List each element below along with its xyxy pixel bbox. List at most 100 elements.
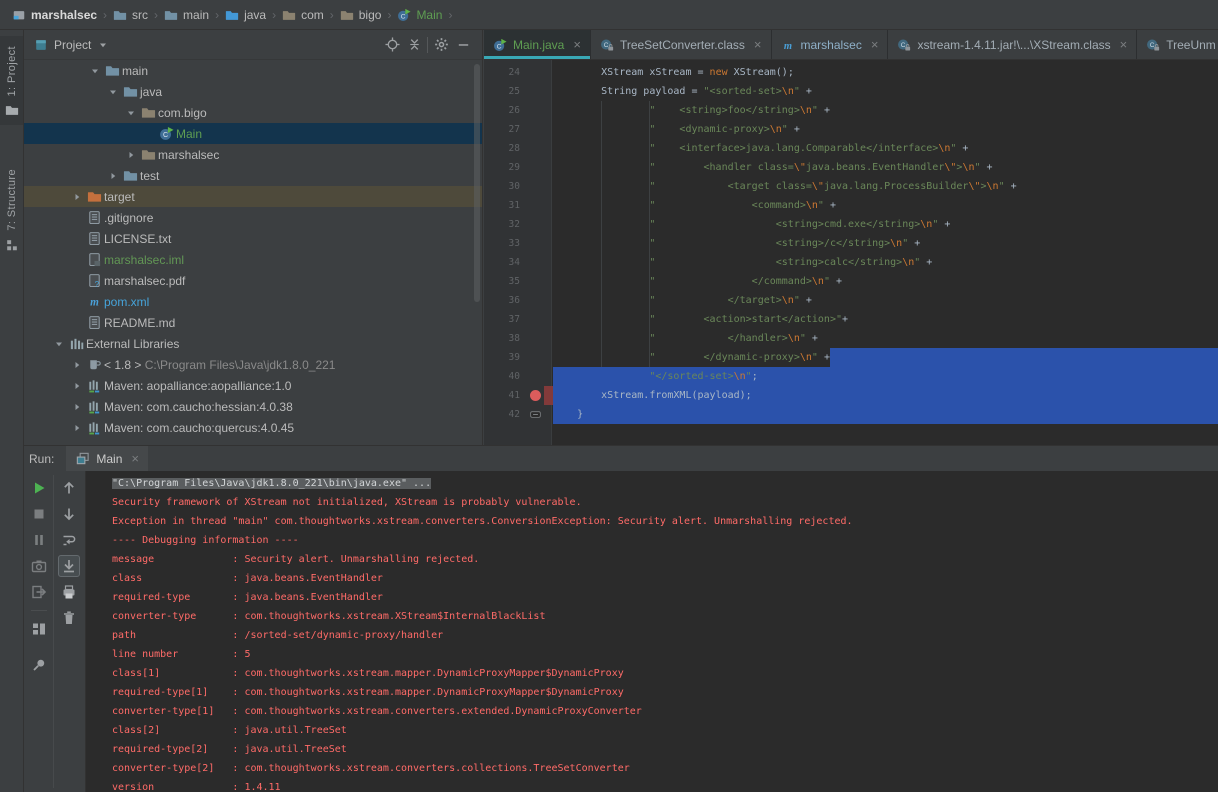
gutter-line-32[interactable]: 32	[484, 215, 551, 234]
code-line-24[interactable]: XStream xStream = new XStream();	[553, 63, 1218, 82]
layout-button[interactable]	[28, 618, 50, 640]
tree-item-marshalsec[interactable]: marshalsec	[24, 144, 482, 165]
tree-arrow-right-icon[interactable]	[68, 422, 85, 434]
breadcrumb-item-bigo[interactable]: bigo	[340, 8, 382, 22]
editor-tab-treesetconverter-class[interactable]: CTreeSetConverter.class×	[591, 30, 772, 59]
gutter-line-26[interactable]: 26	[484, 101, 551, 120]
gutter-line-38[interactable]: 38	[484, 329, 551, 348]
stop-button[interactable]	[28, 503, 50, 525]
thread-dump-button[interactable]	[28, 555, 50, 577]
tree-item-main[interactable]: CMain	[24, 123, 482, 144]
locate-button[interactable]	[381, 34, 403, 56]
toolwindow-button-1-project[interactable]: 1: Project	[0, 36, 23, 125]
rerun-button[interactable]	[28, 477, 50, 499]
project-scrollbar[interactable]	[474, 64, 480, 302]
code-line-30[interactable]: " <target class=\"java.lang.ProcessBuild…	[553, 177, 1218, 196]
print-button[interactable]	[58, 581, 80, 603]
toolwindow-button-7-structure[interactable]: 7: Structure	[0, 159, 23, 260]
tree-item-maven-com-caucho-hessian-4-0-38[interactable]: Maven: com.caucho:hessian:4.0.38	[24, 396, 482, 417]
code-line-27[interactable]: " <dynamic-proxy>\n" +	[553, 120, 1218, 139]
pause-button[interactable]	[28, 529, 50, 551]
editor-tab-marshalsec[interactable]: mmarshalsec×	[772, 30, 889, 59]
breadcrumb-item-main[interactable]: main	[164, 8, 209, 22]
up-stack-trace-button[interactable]	[58, 477, 80, 499]
gutter-line-27[interactable]: 27	[484, 120, 551, 139]
tree-item-external-libraries[interactable]: External Libraries	[24, 333, 482, 354]
gutter-line-39[interactable]: 39	[484, 348, 551, 367]
breadcrumb-item-src[interactable]: src	[113, 8, 148, 22]
code-line-31[interactable]: " <command>\n" +	[553, 196, 1218, 215]
tree-item--gitignore[interactable]: .gitignore	[24, 207, 482, 228]
code-line-33[interactable]: " <string>/c</string>\n" +	[553, 234, 1218, 253]
tree-item-readme-md[interactable]: README.md	[24, 312, 482, 333]
tree-item-marshalsec-pdf[interactable]: ?marshalsec.pdf	[24, 270, 482, 291]
tree-arrow-down-icon[interactable]	[104, 86, 121, 98]
gutter-line-33[interactable]: 33	[484, 234, 551, 253]
close-icon[interactable]: ×	[871, 38, 879, 51]
code-line-40[interactable]: "</sorted-set>\n";	[553, 367, 1218, 386]
gutter-line-34[interactable]: 34	[484, 253, 551, 272]
gutter-line-29[interactable]: 29	[484, 158, 551, 177]
tree-item-main[interactable]: main	[24, 60, 482, 81]
gutter-line-37[interactable]: 37	[484, 310, 551, 329]
gutter-line-36[interactable]: 36	[484, 291, 551, 310]
code-line-35[interactable]: " </command>\n" +	[553, 272, 1218, 291]
gutter-line-31[interactable]: 31	[484, 196, 551, 215]
tree-item-test[interactable]: test	[24, 165, 482, 186]
down-stack-trace-button[interactable]	[58, 503, 80, 525]
run-console[interactable]: "C:\Program Files\Java\jdk1.8.0_221\bin\…	[86, 471, 1218, 792]
gutter-line-40[interactable]: 40	[484, 367, 551, 386]
close-icon[interactable]: ×	[754, 38, 762, 51]
clear-all-button[interactable]	[58, 607, 80, 629]
fold-icon[interactable]	[529, 408, 542, 421]
hide-button[interactable]	[452, 34, 474, 56]
gutter-line-24[interactable]: 24	[484, 63, 551, 82]
code-line-28[interactable]: " <interface>java.lang.Comparable</inter…	[553, 139, 1218, 158]
breadcrumb-item-Main[interactable]: CMain	[397, 8, 442, 22]
tree-item-pom-xml[interactable]: mpom.xml	[24, 291, 482, 312]
gutter-line-28[interactable]: 28	[484, 139, 551, 158]
run-tab-main[interactable]: Main ×	[66, 446, 148, 471]
close-icon[interactable]: ×	[573, 38, 581, 51]
code-line-36[interactable]: " </target>\n" +	[553, 291, 1218, 310]
tree-item-license-txt[interactable]: LICENSE.txt	[24, 228, 482, 249]
gutter-line-41[interactable]: 41	[484, 386, 551, 405]
gutter-line-30[interactable]: 30	[484, 177, 551, 196]
close-icon[interactable]: ×	[1120, 38, 1128, 51]
tree-arrow-right-icon[interactable]	[68, 380, 85, 392]
editor-tab-treeunm[interactable]: CTreeUnm×	[1137, 30, 1218, 59]
breakpoint-icon[interactable]	[530, 390, 541, 401]
code-line-32[interactable]: " <string>cmd.exe</string>\n" +	[553, 215, 1218, 234]
editor-tab-main-java[interactable]: CMain.java×	[484, 30, 591, 59]
close-icon[interactable]: ×	[131, 452, 139, 465]
editor-tab-xstream-1-4-11-jar-xstream-class[interactable]: Cxstream-1.4.11.jar!\...\XStream.class×	[888, 30, 1137, 59]
tree-item-com-bigo[interactable]: com.bigo	[24, 102, 482, 123]
breadcrumb-item-marshalsec[interactable]: marshalsec	[12, 8, 97, 22]
code-line-39[interactable]: " </dynamic-proxy>\n" +	[553, 348, 1218, 367]
gutter-line-25[interactable]: 25	[484, 82, 551, 101]
tree-arrow-right-icon[interactable]	[104, 170, 121, 182]
tree-item-maven-com-caucho-quercus-4-0-45[interactable]: Maven: com.caucho:quercus:4.0.45	[24, 417, 482, 438]
tree-arrow-right-icon[interactable]	[68, 191, 85, 203]
tree-arrow-right-icon[interactable]	[68, 359, 85, 371]
code-line-42[interactable]: }	[553, 405, 1218, 424]
settings-button[interactable]	[430, 34, 452, 56]
code-line-38[interactable]: " </handler>\n" +	[553, 329, 1218, 348]
tree-arrow-down-icon[interactable]	[122, 107, 139, 119]
tree-item--1-8-[interactable]: < 1.8 > C:\Program Files\Java\jdk1.8.0_2…	[24, 354, 482, 375]
breadcrumb-item-java[interactable]: java	[225, 8, 266, 22]
collapse-all-button[interactable]	[403, 34, 425, 56]
tree-arrow-down-icon[interactable]	[86, 65, 103, 77]
code-line-37[interactable]: " <action>start</action>"+	[553, 310, 1218, 329]
exit-button[interactable]	[28, 581, 50, 603]
tree-item-marshalsec-iml[interactable]: marshalsec.iml	[24, 249, 482, 270]
code-line-29[interactable]: " <handler class=\"java.beans.EventHandl…	[553, 158, 1218, 177]
tree-item-target[interactable]: target	[24, 186, 482, 207]
gutter-line-35[interactable]: 35	[484, 272, 551, 291]
tree-item-java[interactable]: java	[24, 81, 482, 102]
tree-item-maven-aopalliance-aopalliance-1-0[interactable]: Maven: aopalliance:aopalliance:1.0	[24, 375, 482, 396]
code-line-34[interactable]: " <string>calc</string>\n" +	[553, 253, 1218, 272]
code-editor[interactable]: XStream xStream = new XStream(); String …	[553, 60, 1218, 445]
breadcrumb-item-com[interactable]: com	[282, 8, 324, 22]
pin-button[interactable]	[28, 654, 50, 676]
